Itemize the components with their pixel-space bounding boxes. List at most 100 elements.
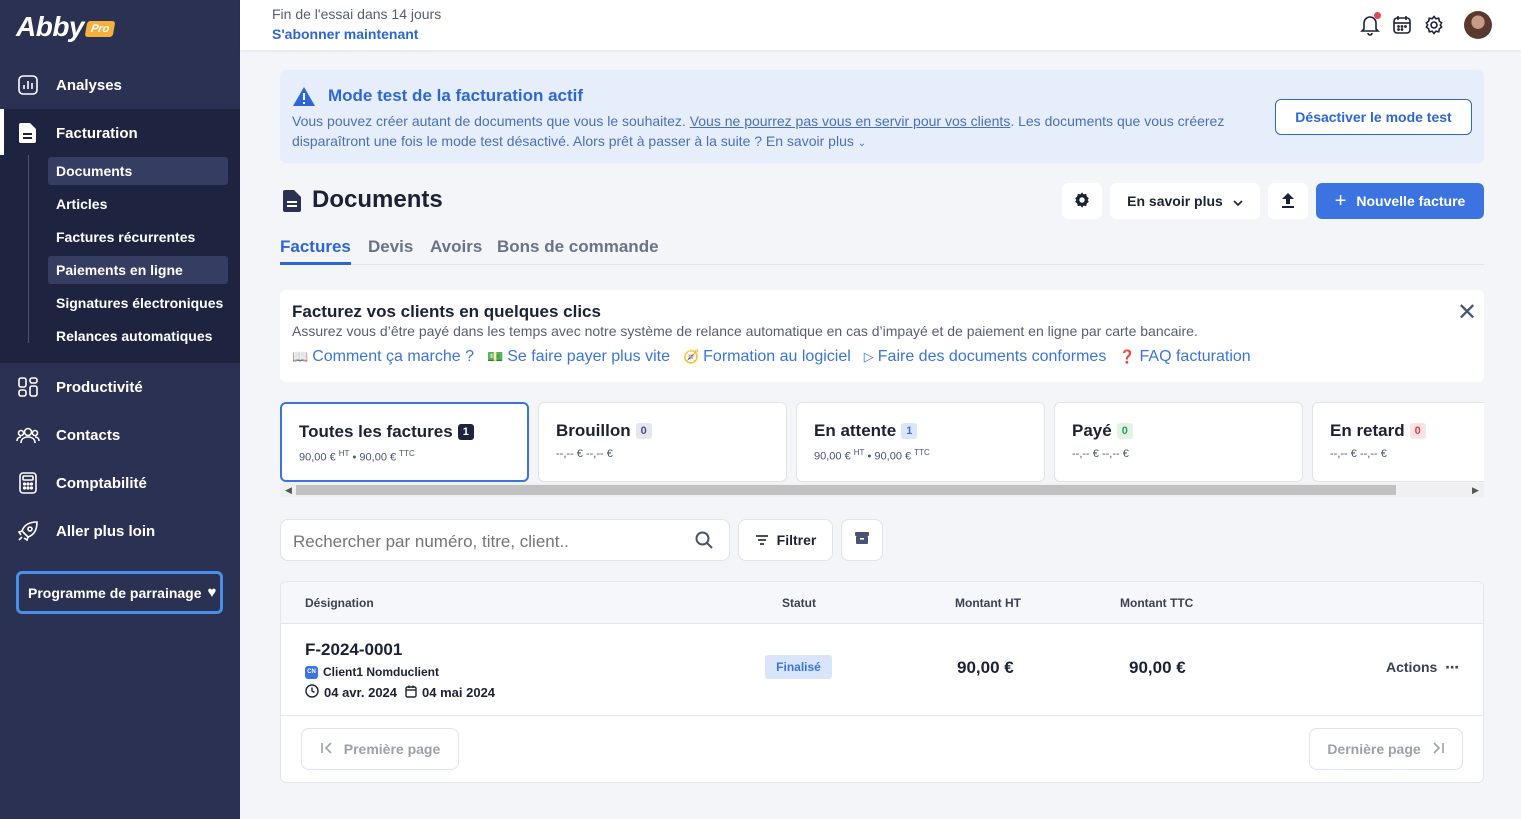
count-badge: 0 (635, 423, 652, 439)
cards-scrollbar[interactable]: ◀ ▶ (280, 483, 1484, 497)
first-page-label: Première page (343, 741, 441, 757)
learn-more-dropdown[interactable]: En savoir plus (1110, 183, 1260, 219)
last-page-icon (1431, 741, 1445, 757)
link-label: Formation au logiciel (703, 348, 851, 365)
link-label: Comment ça marche ? (312, 348, 475, 365)
card-overdue[interactable]: En retard 0 --,-- € --,-- € (1312, 402, 1484, 482)
card-title: Brouillon 0 (556, 421, 652, 441)
column-header-amount-ttc[interactable]: Montant TTC (1120, 596, 1193, 610)
subitem-recurring-invoices[interactable]: Factures récurrentes (48, 223, 228, 251)
subitem-articles[interactable]: Articles (48, 190, 228, 218)
link-compliant-documents[interactable]: ▷ Faire des documents conformes (864, 348, 1107, 366)
upload-icon (1281, 192, 1295, 211)
tab-devis[interactable]: Devis (368, 237, 413, 265)
sidebar-item-analyses[interactable]: Analyses (0, 61, 240, 109)
invoice-number[interactable]: F-2024-0001 (305, 640, 402, 660)
scrollbar-thumb[interactable] (296, 485, 1396, 495)
tab-avoirs[interactable]: Avoirs (430, 237, 482, 265)
tab-bons-de-commande[interactable]: Bons de commande (497, 237, 659, 265)
card-draft[interactable]: Brouillon 0 --,-- € --,-- € (538, 402, 787, 482)
sidebar-item-comptabilite[interactable]: Comptabilité (0, 459, 240, 507)
client-initials-badge: CN (305, 665, 318, 679)
card-label: Toutes les factures (299, 422, 453, 441)
learn-more-label: En savoir plus (1127, 193, 1223, 209)
link-faq[interactable]: ❓ FAQ facturation (1119, 348, 1250, 366)
gear-icon[interactable] (1423, 14, 1445, 36)
user-avatar[interactable] (1464, 11, 1492, 39)
deactivate-test-mode-button[interactable]: Désactiver le mode test (1275, 99, 1472, 135)
logo-text: Abby (16, 11, 85, 42)
date-created: 04 avr. 2024 (324, 685, 398, 700)
new-invoice-button[interactable]: + Nouvelle facture (1316, 183, 1484, 219)
banner-link[interactable]: Vous ne pourrez pas vous en servir pour … (690, 113, 1011, 129)
close-icon[interactable]: ✕ (1457, 298, 1477, 327)
new-invoice-label: Nouvelle facture (1356, 193, 1466, 209)
amount-ttc: 90,00 € (1129, 658, 1186, 677)
sidebar-item-label: Facturation (56, 124, 138, 142)
promo-links: 📖 Comment ça marche ? 💵 Se faire payer p… (292, 348, 1251, 366)
sidebar-item-contacts[interactable]: Contacts (0, 411, 240, 459)
search-icon[interactable] (694, 530, 716, 552)
app-logo[interactable]: Abby Pro (16, 11, 116, 42)
link-how-it-works[interactable]: 📖 Comment ça marche ? (292, 348, 474, 366)
archive-icon (854, 531, 870, 550)
card-title: En attente 1 (814, 421, 918, 441)
sidebar-item-facturation[interactable]: Facturation (0, 109, 240, 157)
card-title: Payé 0 (1072, 421, 1133, 441)
invoices-table: Désignation Statut Montant HT Montant TT… (280, 581, 1484, 783)
bell-icon[interactable] (1359, 12, 1381, 36)
amount-ht: 90,00 € (299, 451, 336, 464)
help-icon: ❓ (1119, 349, 1136, 364)
link-training[interactable]: 🧭 Formation au logiciel (683, 348, 851, 366)
tab-factures[interactable]: Factures (280, 237, 351, 265)
subitem-auto-reminders[interactable]: Relances automatiques (48, 322, 228, 350)
subitem-online-payments[interactable]: Paiements en ligne (48, 256, 228, 284)
document-tabs: Factures Devis Avoirs Bons de commande (280, 233, 1484, 265)
card-title: En retard 0 (1330, 421, 1426, 441)
table-row[interactable]: F-2024-0001 CN Client1 Nomduclient 04 av… (281, 624, 1483, 716)
sidebar-item-label: Aller plus loin (56, 522, 156, 540)
card-pending[interactable]: En attente 1 90,00 € HT • 90,00 € TTC (796, 402, 1045, 482)
settings-button[interactable] (1062, 183, 1102, 219)
subscribe-link[interactable]: S'abonner maintenant (272, 26, 418, 42)
last-page-button[interactable]: Dernière page (1309, 728, 1463, 770)
subitem-e-signatures[interactable]: Signatures électroniques (48, 289, 228, 317)
warning-icon (292, 86, 316, 108)
document-icon (282, 189, 302, 213)
column-header-status[interactable]: Statut (782, 596, 816, 610)
scroll-left-icon[interactable]: ◀ (285, 483, 292, 497)
sidebar-item-aller-plus-loin[interactable]: Aller plus loin (0, 507, 240, 555)
actions-label: Actions (1386, 659, 1438, 675)
first-page-button[interactable]: Première page (301, 728, 459, 770)
column-header-designation[interactable]: Désignation (305, 596, 374, 610)
invoice-dates: 04 avr. 2024 04 mai 2024 (305, 684, 495, 701)
amount-ht: 90,00 € (957, 658, 1014, 677)
referral-program-button[interactable]: Programme de parrainage ♥ (16, 571, 223, 614)
count-badge: 1 (457, 424, 474, 440)
ht-label: HT (338, 449, 350, 458)
upload-button[interactable] (1268, 183, 1308, 219)
more-icon: ⋯ (1445, 659, 1460, 675)
scroll-right-icon[interactable]: ▶ (1472, 483, 1479, 497)
link-label: Faire des documents conformes (877, 348, 1107, 365)
link-get-paid-faster[interactable]: 💵 Se faire payer plus vite (487, 348, 670, 366)
invoice-client: CN Client1 Nomduclient (305, 665, 439, 679)
status-filter-cards: Toutes les factures 1 90,00 € HT • 90,00… (280, 402, 1484, 482)
subitem-documents[interactable]: Documents (48, 157, 228, 185)
card-all-invoices[interactable]: Toutes les factures 1 90,00 € HT • 90,00… (280, 402, 529, 482)
archive-button[interactable] (841, 519, 883, 561)
filter-button[interactable]: Filtrer (738, 519, 833, 561)
chevron-down-icon[interactable]: ⌄ (858, 138, 866, 149)
row-actions-button[interactable]: Actions ⋯ (1386, 659, 1459, 676)
page-title: Documents (312, 186, 443, 213)
date-due: 04 mai 2024 (422, 685, 496, 700)
sidebar-item-productivite[interactable]: Productivité (0, 363, 240, 411)
card-paid[interactable]: Payé 0 --,-- € --,-- € (1054, 402, 1303, 482)
count-badge: 0 (1116, 423, 1133, 439)
column-header-amount-ht[interactable]: Montant HT (955, 596, 1021, 610)
amount-ht: 90,00 € (814, 450, 851, 463)
calendar-icon[interactable] (1391, 14, 1413, 36)
search-input[interactable] (293, 532, 683, 552)
card-label: Brouillon (556, 421, 631, 440)
users-icon (16, 423, 40, 447)
